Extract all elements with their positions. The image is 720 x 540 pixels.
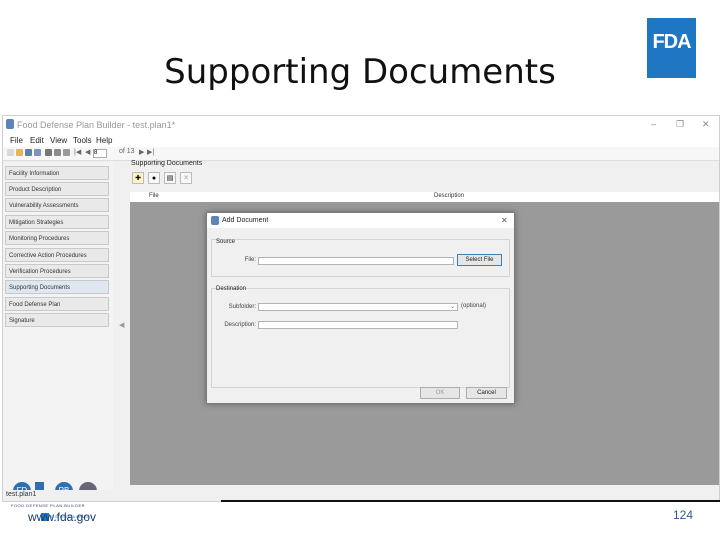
column-file[interactable]: File (149, 193, 159, 199)
print-icon[interactable] (45, 149, 52, 156)
chevron-down-icon: ⌄ (449, 304, 455, 310)
cancel-button[interactable]: Cancel (466, 387, 507, 399)
source-group: Source File: Select File (211, 239, 510, 277)
description-label: Description: (224, 322, 256, 328)
nav-item-vulnerability-assessments[interactable]: Vulnerability Assessments (5, 198, 109, 212)
nav-panel: Facility Information Product Description… (3, 162, 113, 521)
window-title: Food Defense Plan Builder - test.plan1* (17, 120, 176, 130)
nav-item-food-defense-plan[interactable]: Food Defense Plan (5, 297, 109, 311)
close-button[interactable]: ✕ (702, 119, 710, 130)
file-label: File: (244, 257, 256, 263)
nav-item-signature[interactable]: Signature (5, 313, 109, 327)
nav-item-mitigation-strategies[interactable]: Mitigation Strategies (5, 215, 109, 229)
collapse-arrow-icon[interactable]: ◀ (119, 321, 124, 329)
print-preview-icon[interactable] (54, 149, 61, 156)
save-as-icon[interactable] (34, 149, 41, 156)
add-document-dialog: Add Document ✕ Source File: Select File … (206, 212, 515, 404)
menu-bar: File Edit View Tools Help (3, 134, 719, 147)
optional-note: (optional) (461, 303, 487, 309)
nav-item-facility-information[interactable]: Facility Information (5, 166, 109, 180)
prev-page-icon[interactable]: ◀ (85, 148, 90, 156)
nav-item-verification-procedures[interactable]: Verification Procedures (5, 264, 109, 278)
menu-help[interactable]: Help (96, 136, 112, 145)
destination-group: Destination Subfolder: ⌄ (optional) Desc… (211, 286, 510, 388)
nav-item-corrective-action-procedures[interactable]: Corrective Action Procedures (5, 248, 109, 262)
app-icon (6, 119, 14, 129)
page-number: 124 (673, 508, 694, 522)
ok-button[interactable]: OK (420, 387, 460, 399)
delete-document-button[interactable]: ✕ (180, 172, 192, 184)
fda-logo: FDA (647, 18, 696, 78)
search-icon[interactable] (63, 149, 70, 156)
file-field[interactable] (258, 257, 454, 265)
menu-view[interactable]: View (50, 136, 67, 145)
last-page-icon[interactable]: ▶| (147, 148, 154, 156)
menu-edit[interactable]: Edit (30, 136, 44, 145)
nav-item-product-description[interactable]: Product Description (5, 182, 109, 196)
toolbar: |◀ ◀ 8 of 13 ▶ ▶| (3, 147, 719, 161)
menu-tools[interactable]: Tools (73, 136, 92, 145)
dialog-titlebar: Add Document ✕ (207, 213, 514, 228)
page-number-input[interactable]: 8 (93, 149, 107, 158)
dialog-title: Add Document (222, 217, 269, 224)
footer-url: www.fda.gov (28, 510, 97, 524)
dialog-icon (211, 216, 219, 225)
first-page-icon[interactable]: |◀ (74, 148, 81, 156)
edit-document-button[interactable]: ▤ (164, 172, 176, 184)
column-description[interactable]: Description (434, 193, 464, 199)
status-text: test.plan1 (6, 491, 37, 498)
next-page-icon[interactable]: ▶ (139, 148, 144, 156)
new-icon[interactable] (7, 149, 14, 156)
subfolder-label: Subfolder: (228, 304, 256, 310)
subfolder-select[interactable]: ⌄ (258, 303, 458, 311)
open-icon[interactable] (16, 149, 23, 156)
dialog-close-button[interactable]: ✕ (501, 216, 508, 225)
minimize-button[interactable]: – (651, 119, 656, 129)
save-icon[interactable] (25, 149, 32, 156)
source-group-label: Source (216, 239, 236, 245)
description-field[interactable] (258, 321, 458, 329)
slide-title: Supporting Documents (164, 52, 556, 92)
window-titlebar: Food Defense Plan Builder - test.plan1* … (3, 116, 719, 134)
menu-file[interactable]: File (10, 136, 23, 145)
content-header: Supporting Documents (131, 160, 203, 167)
grid-header: File Description (130, 192, 719, 202)
open-document-button[interactable]: ● (148, 172, 160, 184)
maximize-button[interactable]: ❐ (676, 119, 684, 130)
select-file-button[interactable]: Select File (457, 254, 502, 266)
fdpb-caption: FOOD DEFENSE PLAN BUILDER (11, 503, 86, 508)
nav-item-supporting-documents[interactable]: Supporting Documents (5, 280, 109, 294)
destination-group-label: Destination (216, 286, 247, 292)
page-count: of 13 (119, 148, 135, 155)
nav-item-monitoring-procedures[interactable]: Monitoring Procedures (5, 231, 109, 245)
add-document-button[interactable]: ✚ (132, 172, 144, 184)
footer-rule (221, 500, 720, 502)
